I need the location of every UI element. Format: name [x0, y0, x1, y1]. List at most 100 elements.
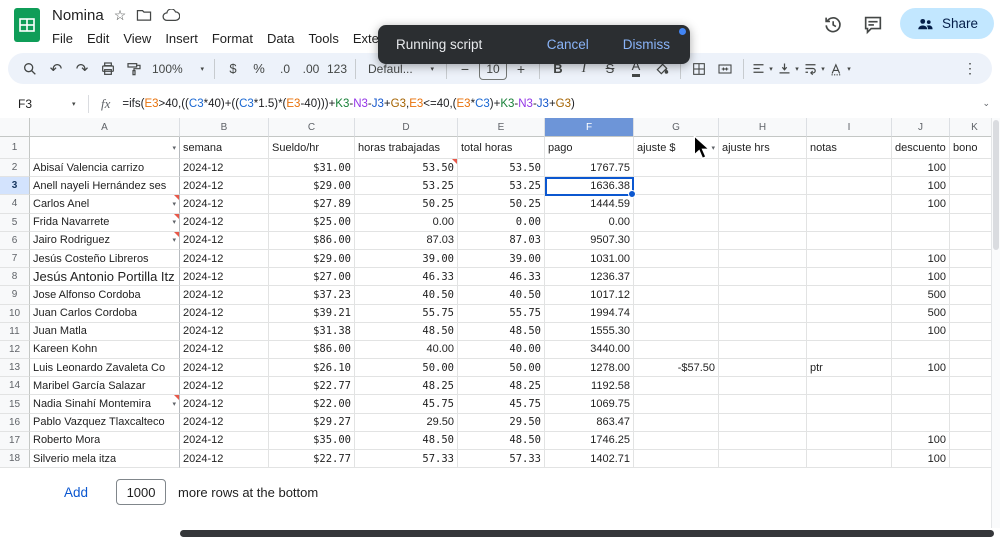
cell-H7[interactable]: [719, 249, 807, 269]
cell-H15[interactable]: [719, 395, 807, 414]
cell-H9[interactable]: [719, 286, 807, 305]
cell-H18[interactable]: [719, 450, 807, 469]
cell-G9[interactable]: [634, 286, 719, 305]
cell-A15[interactable]: Nadia Sinahí Montemira ▾: [30, 395, 180, 414]
column-header-i[interactable]: I: [807, 118, 892, 137]
select-all-corner[interactable]: [0, 118, 30, 137]
cell-B18[interactable]: 2024-12: [180, 450, 269, 469]
cell-F9[interactable]: 1017.12: [545, 286, 634, 305]
cell-B6[interactable]: 2024-12: [180, 231, 269, 250]
cell-B8[interactable]: 2024-12: [180, 268, 269, 287]
cell-E10[interactable]: 55.75: [458, 304, 545, 323]
cell-H16[interactable]: [719, 413, 807, 432]
cell-F11[interactable]: 1555.30: [545, 322, 634, 341]
cell-F10[interactable]: 1994.74: [545, 304, 634, 323]
cell-E3[interactable]: 53.25: [458, 177, 545, 196]
cell-C3[interactable]: $29.00: [269, 177, 355, 196]
menu-tools[interactable]: Tools: [301, 29, 345, 48]
cell-J4[interactable]: 100: [892, 195, 950, 214]
row-header-16[interactable]: 16: [0, 413, 30, 432]
toolbar-more-icon[interactable]: ⋮: [958, 57, 982, 81]
more-formats-button[interactable]: 123: [325, 57, 349, 81]
cell-C4[interactable]: $27.89: [269, 195, 355, 214]
cell-G15[interactable]: [634, 395, 719, 414]
cell-A12[interactable]: Kareen Kohn: [30, 340, 180, 360]
cell-H4[interactable]: [719, 195, 807, 214]
column-header-e[interactable]: E: [458, 118, 545, 137]
cell-D3[interactable]: 53.25: [355, 177, 458, 196]
zoom-select[interactable]: 100% ▾: [148, 57, 208, 81]
borders-icon[interactable]: [687, 57, 711, 81]
row-header-2[interactable]: 2: [0, 159, 30, 178]
row-header-13[interactable]: 13: [0, 359, 30, 378]
cell-F2[interactable]: 1767.75: [545, 159, 634, 178]
cell-E2[interactable]: 53.50: [458, 159, 545, 178]
merge-cells-icon[interactable]: [713, 57, 737, 81]
comments-icon[interactable]: [860, 11, 886, 37]
cell-H3[interactable]: [719, 177, 807, 196]
cell-F1[interactable]: pago: [545, 137, 634, 159]
cell-J2[interactable]: 100: [892, 159, 950, 178]
cell-C2[interactable]: $31.00: [269, 159, 355, 178]
cell-C13[interactable]: $26.10: [269, 359, 355, 378]
cell-J10[interactable]: 500: [892, 304, 950, 323]
column-header-d[interactable]: D: [355, 118, 458, 137]
cell-G1[interactable]: ajuste $ ▾: [634, 137, 719, 159]
cell-G4[interactable]: [634, 195, 719, 214]
cell-B16[interactable]: 2024-12: [180, 413, 269, 432]
cell-D13[interactable]: 50.00: [355, 359, 458, 378]
dropdown-arrow-icon[interactable]: ▾: [169, 200, 176, 208]
cell-G18[interactable]: [634, 450, 719, 469]
cell-A8[interactable]: Jesús Antonio Portilla Itz: [30, 268, 180, 287]
column-header-h[interactable]: H: [719, 118, 807, 137]
cell-G16[interactable]: [634, 413, 719, 432]
column-header-j[interactable]: J: [892, 118, 950, 137]
column-header-f[interactable]: F: [545, 118, 634, 137]
cell-A16[interactable]: Pablo Vazquez Tlaxcalteco: [30, 413, 180, 432]
cell-G6[interactable]: [634, 231, 719, 250]
cell-I16[interactable]: [807, 413, 892, 432]
cell-H8[interactable]: [719, 268, 807, 287]
menu-view[interactable]: View: [116, 29, 158, 48]
cell-H13[interactable]: [719, 359, 807, 378]
cell-A7[interactable]: Jesús Costeño Libreros: [30, 249, 180, 269]
document-title[interactable]: Nomina: [52, 7, 104, 24]
cell-I12[interactable]: [807, 340, 892, 360]
cell-A3[interactable]: Anell nayeli Hernández ses: [30, 177, 180, 196]
paint-format-icon[interactable]: [122, 57, 146, 81]
cell-C11[interactable]: $31.38: [269, 322, 355, 341]
cell-C16[interactable]: $29.27: [269, 413, 355, 432]
cell-H12[interactable]: [719, 340, 807, 360]
row-header-12[interactable]: 12: [0, 340, 30, 360]
cell-H10[interactable]: [719, 304, 807, 323]
add-rows-button[interactable]: Add: [58, 484, 94, 501]
cell-A5[interactable]: Frida Navarrete ▾: [30, 213, 180, 232]
add-rows-count-input[interactable]: [116, 479, 167, 505]
cell-I11[interactable]: [807, 322, 892, 341]
cell-D6[interactable]: 87.03: [355, 231, 458, 250]
row-header-15[interactable]: 15: [0, 395, 30, 414]
cell-J3[interactable]: 100: [892, 177, 950, 196]
cell-G5[interactable]: [634, 213, 719, 232]
cell-F16[interactable]: 863.47: [545, 413, 634, 432]
sheets-logo[interactable]: [14, 8, 40, 42]
cell-E7[interactable]: 39.00: [458, 249, 545, 269]
cell-C14[interactable]: $22.77: [269, 377, 355, 396]
formula-input[interactable]: =ifs(E3>40,((C3*40)+((C3*1.5)*(E3-40)))+…: [122, 98, 972, 110]
row-header-3[interactable]: 3: [0, 177, 30, 196]
dropdown-arrow-icon[interactable]: ▾: [169, 400, 176, 408]
cell-J14[interactable]: [892, 377, 950, 396]
cell-G2[interactable]: [634, 159, 719, 178]
cell-I15[interactable]: [807, 395, 892, 414]
cell-A10[interactable]: Juan Carlos Cordoba: [30, 304, 180, 323]
cell-J7[interactable]: 100: [892, 249, 950, 269]
cell-H2[interactable]: [719, 159, 807, 178]
cell-F18[interactable]: 1402.71: [545, 450, 634, 469]
cell-C1[interactable]: Sueldo/hr: [269, 137, 355, 159]
cell-B11[interactable]: 2024-12: [180, 322, 269, 341]
horizontal-scrollbar[interactable]: [180, 530, 994, 537]
cell-J18[interactable]: 100: [892, 450, 950, 469]
cell-I6[interactable]: [807, 231, 892, 250]
cell-A17[interactable]: Roberto Mora: [30, 431, 180, 450]
menu-data[interactable]: Data: [260, 29, 301, 48]
